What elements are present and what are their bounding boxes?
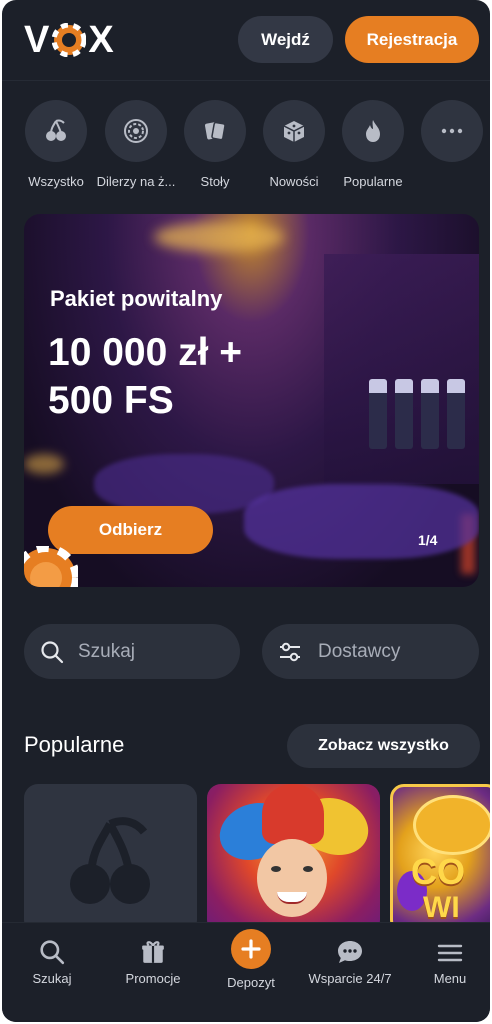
- bottom-navigation: Szukaj Promocje Depozyt Wsparcie 24/7 Me…: [2, 922, 490, 1022]
- category-label: Nowości: [269, 174, 319, 189]
- menu-icon: [437, 944, 463, 962]
- banner-pager: 1/4: [418, 532, 438, 548]
- header: V X Wejdź Rejestracja: [2, 0, 490, 80]
- logo[interactable]: V X: [24, 18, 115, 61]
- popular-section-title: Popularne: [24, 732, 125, 757]
- category-circle: [25, 100, 87, 162]
- category-label: Wszystko: [28, 174, 84, 189]
- cherry-placeholder-icon: [70, 817, 150, 904]
- category-label: Popularne: [343, 174, 403, 189]
- category-circle: [263, 100, 325, 162]
- nav-promotions[interactable]: Promocje: [105, 923, 201, 986]
- search-box[interactable]: [24, 624, 240, 679]
- more-icon: [441, 128, 463, 134]
- see-all-button[interactable]: Zobacz wszystko: [287, 724, 480, 768]
- gift-icon: [142, 941, 164, 963]
- banner-ceiling-light: [154, 222, 284, 252]
- category-tables[interactable]: Stoły: [173, 100, 257, 189]
- nav-menu[interactable]: Menu: [402, 923, 490, 986]
- roulette-icon: [124, 119, 148, 143]
- cherry-icon: [46, 119, 66, 141]
- header-divider: [2, 80, 490, 81]
- search-icon: [41, 640, 64, 663]
- jester-eye: [303, 866, 313, 872]
- game-tile[interactable]: [207, 784, 380, 934]
- chat-icon: [338, 941, 362, 963]
- category-all[interactable]: Wszystko: [14, 100, 98, 189]
- nav-label: Promocje: [125, 971, 181, 986]
- category-live-dealers[interactable]: Dilerzy na ż...: [94, 100, 178, 189]
- banner-title: Pakiet powitalny: [50, 286, 223, 311]
- providers-button[interactable]: Dostawcy: [262, 624, 479, 679]
- game-tile[interactable]: CO WI: [390, 784, 490, 934]
- deposit-circle: [231, 929, 271, 969]
- category-circle: [342, 100, 404, 162]
- nav-label: Depozyt: [227, 975, 275, 990]
- game-logo-art: WI: [423, 891, 460, 924]
- search-input[interactable]: [78, 640, 218, 663]
- register-button[interactable]: Rejestracja: [345, 16, 479, 63]
- category-popular[interactable]: Popularne: [331, 100, 415, 189]
- category-label: Dilerzy na ż...: [96, 174, 176, 189]
- coin-graphic: [413, 795, 490, 855]
- promo-banner[interactable]: Pakiet powitalny 10 000 zł + 500 FS Odbi…: [24, 214, 479, 587]
- category-new[interactable]: Nowości: [252, 100, 336, 189]
- banner-amount-line1: 10 000 zł +: [48, 331, 243, 374]
- nav-label: Menu: [433, 971, 467, 986]
- filter-sliders-icon: [280, 642, 300, 661]
- jester-face: [257, 839, 327, 917]
- cards-icon: [205, 121, 226, 141]
- category-circle: [105, 100, 167, 162]
- game-tile[interactable]: [24, 784, 197, 934]
- search-icon: [40, 940, 65, 965]
- nav-label: Szukaj: [32, 971, 72, 986]
- logo-chip-icon: [52, 23, 87, 57]
- casino-chip-icon: [24, 546, 78, 587]
- nav-deposit[interactable]: Depozyt: [203, 923, 299, 990]
- dice-icon: [283, 121, 305, 142]
- nav-support[interactable]: Wsparcie 24/7: [302, 923, 398, 986]
- plus-icon: [241, 939, 261, 959]
- banner-slot-machines: [369, 379, 479, 459]
- popular-games-row: CO WI: [2, 784, 490, 934]
- jester-hat-center: [262, 784, 324, 844]
- category-circle: [184, 100, 246, 162]
- jester-eye: [271, 866, 281, 872]
- logo-letter-v: V: [24, 18, 51, 61]
- providers-label: Dostawcy: [318, 640, 401, 662]
- login-button[interactable]: Wejdź: [238, 16, 333, 63]
- banner-casino-table: [244, 484, 479, 559]
- logo-letter-x: X: [88, 18, 115, 61]
- app-screen: V X Wejdź Rejestracja Wszystko Dilerzy n…: [2, 0, 490, 1022]
- banner-amount-line2: 500 FS: [48, 379, 174, 422]
- banner-lamp-light: [24, 454, 64, 474]
- nav-search[interactable]: Szukaj: [4, 923, 100, 986]
- category-bar: Wszystko Dilerzy na ż... Stoły Nowości P…: [2, 100, 490, 195]
- banner-amount: 10 000 zł + 500 FS: [48, 329, 308, 425]
- nav-label: Wsparcie 24/7: [308, 971, 392, 986]
- game-logo-art: CO: [411, 851, 465, 892]
- category-label: Stoły: [200, 174, 230, 189]
- flame-icon: [366, 120, 380, 142]
- category-more[interactable]: [410, 100, 490, 162]
- category-circle: [421, 100, 483, 162]
